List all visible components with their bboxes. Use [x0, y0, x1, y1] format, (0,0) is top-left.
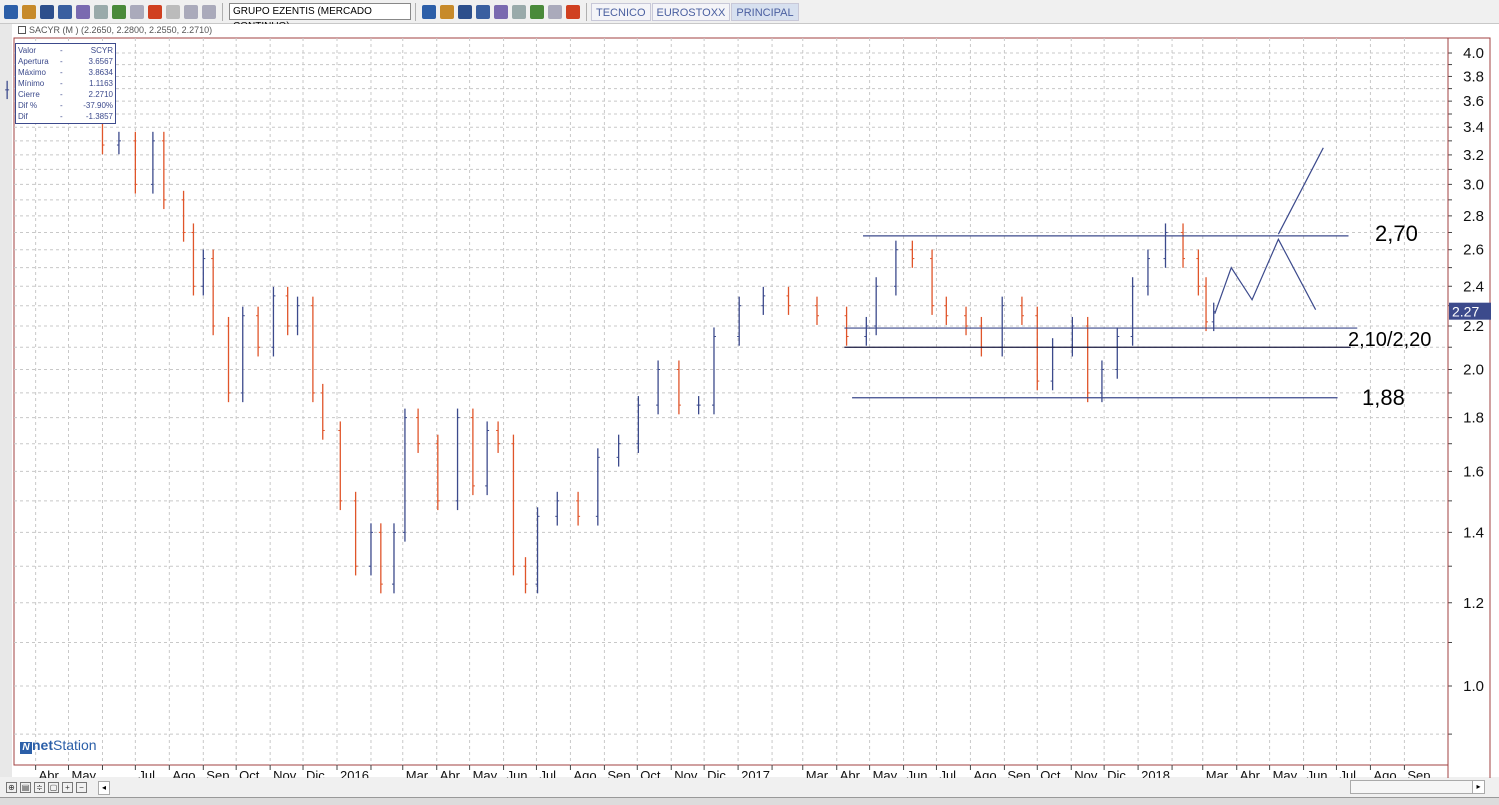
fit-icon[interactable]: ▢ — [48, 782, 59, 793]
bottom-toolbar: ⊕ ▤ ≑ ▢ + − ◂ — [0, 778, 1499, 797]
legend-value: SCYR — [90, 46, 113, 55]
level-label: 2,10/2,20 — [1348, 329, 1431, 351]
scroll-right-button[interactable]: ▸ — [1472, 780, 1485, 794]
legend-dash: - — [60, 68, 63, 77]
level-label: 1,88 — [1362, 385, 1405, 410]
legend-value: 1.1163 — [89, 79, 113, 88]
legend-key: Mínimo — [18, 79, 45, 88]
split-icon[interactable]: ≑ — [34, 782, 45, 793]
legend-dash: - — [60, 101, 63, 110]
level-label: 2,70 — [1375, 221, 1418, 246]
y-tick-label: 2.0 — [1463, 362, 1484, 379]
y-tick-label: 2.6 — [1463, 242, 1484, 259]
y-tick-label: 3.8 — [1463, 68, 1484, 85]
y-tick-label: 2.8 — [1463, 208, 1484, 225]
legend-key: Máximo — [18, 68, 47, 77]
legend-dash: - — [60, 90, 63, 99]
legend-dash: - — [60, 46, 63, 55]
legend-key: Apertura — [18, 57, 49, 66]
legend-row: Valor - SCYR — [18, 45, 113, 56]
y-tick-label: 3.2 — [1463, 147, 1484, 164]
y-tick-label: 4.0 — [1463, 45, 1484, 62]
y-tick-label: 2.4 — [1463, 278, 1484, 295]
legend-value: -1.3857 — [85, 112, 113, 121]
legend-value: 3.8634 — [88, 68, 113, 77]
legend-row: Dif - -1.3857 — [18, 111, 113, 122]
legend-row: Dif % - -37.90% — [18, 100, 113, 111]
data-legend: Valor - SCYR Apertura -3.6567 Máximo -3.8634 Mí… — [15, 43, 116, 124]
y-tick-label: 1.0 — [1463, 678, 1484, 695]
legend-row: Apertura - 3.6567 — [18, 56, 113, 67]
legend-value: 2.2710 — [88, 90, 113, 99]
data-icon[interactable]: ▤ — [20, 782, 31, 793]
y-tick-label: 1.6 — [1463, 463, 1484, 480]
legend-key: Dif % — [18, 101, 38, 110]
legend-value: -37.90% — [83, 101, 113, 110]
logo-icon: N — [20, 742, 32, 754]
zoom-in-icon[interactable]: + — [62, 782, 73, 793]
legend-row: Cierre - 2.2710 — [18, 89, 113, 100]
legend-dash: - — [60, 79, 63, 88]
price-bar — [5, 80, 10, 100]
legend-row: Máximo - 3.8634 — [18, 67, 113, 78]
legend-dash: - — [60, 57, 63, 66]
zoom-out-icon[interactable]: − — [76, 782, 87, 793]
last-price-label: 2.27 — [1452, 304, 1479, 320]
legend-dash: - — [60, 112, 63, 121]
crosshair-icon[interactable]: ⊕ — [6, 782, 17, 793]
y-tick-label: 3.4 — [1463, 119, 1484, 136]
status-bar — [0, 797, 1499, 805]
horizontal-scrollbar[interactable] — [1350, 780, 1485, 794]
price-chart[interactable]: 2,702,10/2,201,88 1.01.21.41.61.82.02.22… — [0, 0, 1499, 805]
y-tick-label: 2.2 — [1463, 318, 1484, 335]
legend-key: Dif — [18, 112, 28, 121]
y-tick-label: 3.6 — [1463, 93, 1484, 110]
legend-row: Mínimo - 1.1163 — [18, 78, 113, 89]
y-tick-label: 1.4 — [1463, 524, 1484, 541]
netstation-logo: NnetStation — [20, 737, 97, 754]
legend-value: 3.6567 — [88, 57, 113, 66]
y-tick-label: 1.2 — [1463, 595, 1484, 612]
legend-key: Valor — [18, 46, 37, 55]
legend-key: Cierre — [18, 90, 40, 99]
y-tick-label: 1.8 — [1463, 410, 1484, 427]
scroll-left-button[interactable]: ◂ — [98, 780, 110, 795]
y-tick-label: 3.0 — [1463, 176, 1484, 193]
